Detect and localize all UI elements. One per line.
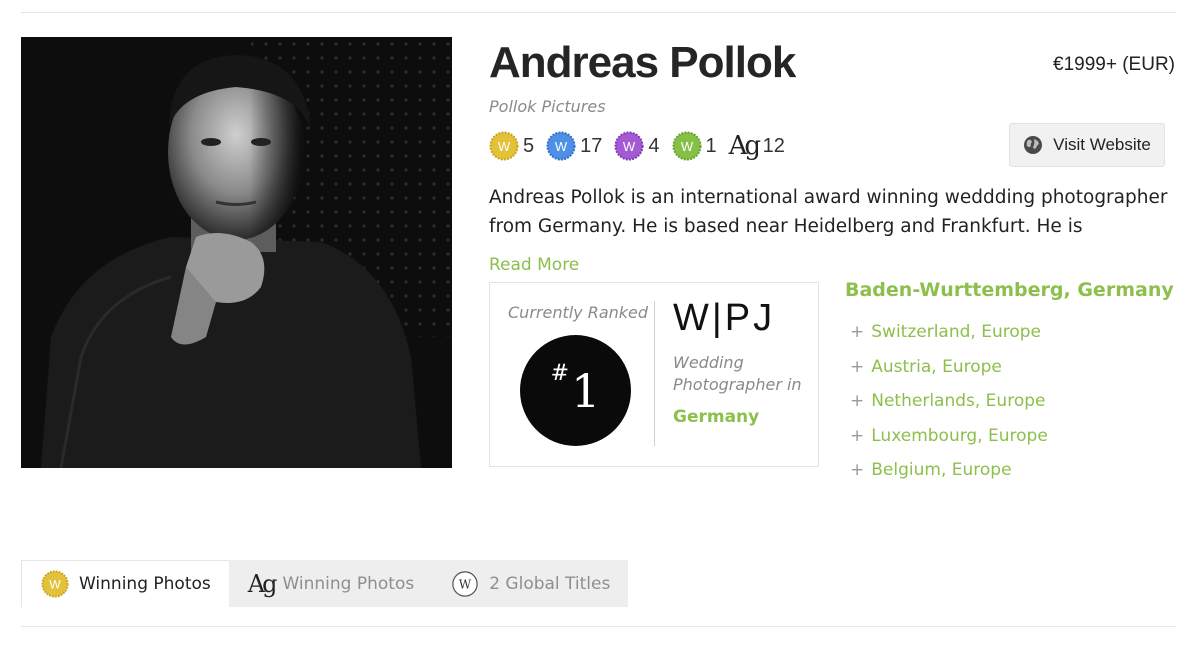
ranking-desc-line: Wedding xyxy=(673,353,744,372)
tab-winning-photos-wpja[interactable]: W Winning Photos xyxy=(21,560,229,607)
ranking-description: Wedding Photographer in xyxy=(673,352,802,396)
photographer-name: Andreas Pollok xyxy=(489,38,796,87)
profile-photo xyxy=(21,37,452,468)
ranking-card: Currently Ranked # 1 W|PJ Wedding Photog… xyxy=(489,282,819,467)
rank-hash: # xyxy=(550,361,570,386)
read-more-link[interactable]: Read More xyxy=(489,251,579,280)
w-outline-icon: W xyxy=(452,570,478,597)
price-range: €1999+ (EUR) xyxy=(1053,54,1175,75)
tab-label: Winning Photos xyxy=(79,574,211,594)
ranking-divider xyxy=(654,301,655,446)
ranking-desc-line: Photographer in xyxy=(673,375,802,394)
ranking-label: Currently Ranked xyxy=(508,303,649,322)
badge-count: 17 xyxy=(580,134,603,157)
tab-winning-photos-ag[interactable]: Ag Winning Photos xyxy=(228,560,433,607)
svg-text:W: W xyxy=(498,139,511,154)
svg-text:W: W xyxy=(459,577,472,591)
gold-w-badge-icon: W xyxy=(41,570,69,598)
bottom-divider xyxy=(21,626,1176,627)
badge-count: 1 xyxy=(705,134,717,157)
badge-count: 12 xyxy=(762,134,785,157)
plus-icon: + xyxy=(850,356,865,377)
wpj-logo: W|PJ xyxy=(673,297,776,339)
location-label: Switzerland, Europe xyxy=(871,322,1042,342)
award-badge-blue[interactable]: W 17 xyxy=(546,131,602,161)
plus-icon: + xyxy=(850,425,865,446)
svg-text:W: W xyxy=(623,139,636,154)
awards-tabs: W Winning Photos Ag Winning Photos W 2 G… xyxy=(21,560,629,607)
bio-text: Andreas Pollok is an international award… xyxy=(489,187,1168,237)
blue-w-badge-icon: W xyxy=(546,131,576,161)
purple-w-badge-icon: W xyxy=(614,131,644,161)
location-label: Belgium, Europe xyxy=(871,460,1012,480)
top-divider xyxy=(21,12,1176,13)
svg-text:W: W xyxy=(680,139,693,154)
location-item[interactable]: + Luxembourg, Europe xyxy=(850,426,1048,461)
award-badges: W 5 W 17 W 4 W 1 Ag 12 xyxy=(489,131,797,161)
location-item[interactable]: + Austria, Europe xyxy=(850,357,1048,392)
plus-icon: + xyxy=(850,391,865,411)
rank-badge: # 1 xyxy=(520,335,631,446)
ag-icon: Ag xyxy=(728,131,761,161)
tab-global-titles[interactable]: W 2 Global Titles xyxy=(432,560,629,607)
award-badge-green[interactable]: W 1 xyxy=(672,131,717,161)
location-list: + Switzerland, Europe + Austria, Europe + N… xyxy=(850,322,1048,495)
plus-icon: + xyxy=(850,322,865,342)
visit-website-button[interactable]: Visit Website xyxy=(1009,123,1165,167)
svg-text:W: W xyxy=(555,139,568,154)
green-w-badge-icon: W xyxy=(672,131,701,161)
ag-icon: Ag xyxy=(247,569,278,598)
location-item[interactable]: + Netherlands, Europe xyxy=(850,391,1048,426)
company-name: Pollok Pictures xyxy=(489,97,606,116)
location-item[interactable]: + Switzerland, Europe xyxy=(850,322,1048,357)
location-label: Netherlands, Europe xyxy=(871,391,1046,411)
visit-website-label: Visit Website xyxy=(1053,135,1151,154)
award-badge-gold[interactable]: W 5 xyxy=(489,131,534,161)
location-label: Luxembourg, Europe xyxy=(871,425,1048,446)
badge-count: 4 xyxy=(648,134,660,157)
svg-text:W: W xyxy=(49,578,61,592)
tab-label: Winning Photos xyxy=(282,573,415,594)
primary-location[interactable]: Baden-Wurttemberg, Germany xyxy=(845,279,1174,301)
location-label: Austria, Europe xyxy=(871,356,1002,377)
award-badge-ag[interactable]: Ag 12 xyxy=(729,131,785,161)
globe-icon xyxy=(1024,136,1043,154)
rank-number: 1 xyxy=(571,363,601,418)
badge-count: 5 xyxy=(523,134,535,157)
award-badge-purple[interactable]: W 4 xyxy=(614,131,660,161)
ranking-country[interactable]: Germany xyxy=(673,407,759,427)
location-item[interactable]: + Belgium, Europe xyxy=(850,460,1048,495)
plus-icon: + xyxy=(850,460,865,480)
tab-label: 2 Global Titles xyxy=(489,573,611,594)
bio-section: Andreas Pollok is an international award… xyxy=(489,183,1179,280)
gold-w-badge-icon: W xyxy=(489,131,519,161)
